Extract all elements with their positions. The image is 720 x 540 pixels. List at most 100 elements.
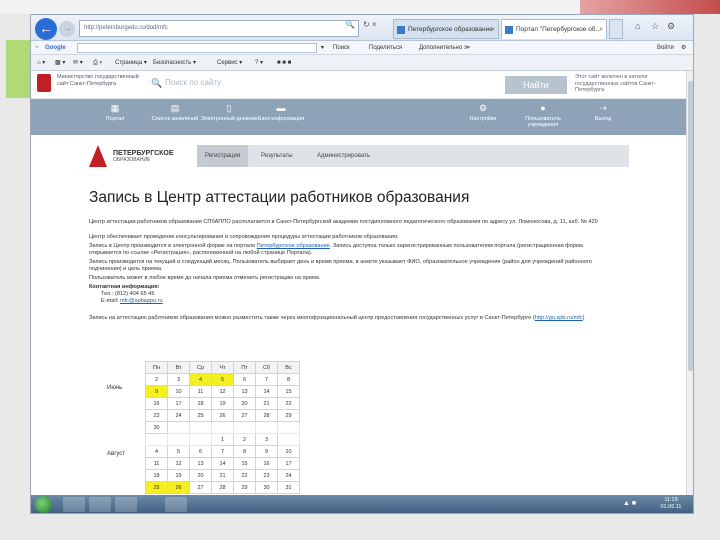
calendar-day[interactable]: 3 — [255, 433, 278, 446]
page-menu[interactable]: Страница ▾ — [115, 55, 147, 71]
calendar-day[interactable]: 20 — [189, 469, 212, 482]
calendar-day[interactable]: 9 — [255, 445, 278, 458]
dropdown-icon[interactable]: ▾ — [321, 41, 324, 55]
calendar-day[interactable]: 1 — [211, 433, 234, 446]
calendar-day[interactable]: 3 — [167, 373, 190, 386]
new-tab-button[interactable] — [609, 19, 623, 39]
calendar-day[interactable]: 25 — [145, 481, 168, 494]
tab-results[interactable]: Результаты — [253, 145, 301, 167]
taskbar-app-ie[interactable] — [63, 497, 85, 512]
safety-menu[interactable]: Безопасность ▾ — [153, 55, 196, 71]
calendar-day[interactable]: 17 — [167, 397, 190, 410]
calendar-day[interactable]: 30 — [255, 481, 278, 494]
nav-item-user[interactable]: ● Пользователь учреждения — [511, 103, 575, 128]
nav-item-settings[interactable]: ⚙ Настройки — [451, 103, 515, 122]
tab-portal[interactable]: Портал "Петербургское об... × — [501, 19, 607, 39]
nav-item-info-bank[interactable]: ▬ Банк информации — [249, 103, 313, 122]
calendar-day[interactable]: 4 — [189, 373, 212, 386]
addon-icon[interactable]: ■ ■ ■ — [277, 55, 291, 71]
calendar-day[interactable]: 27 — [189, 481, 212, 494]
mfc-link[interactable]: http://gu.spb.ru/mfc — [535, 315, 583, 321]
home-icon[interactable]: ⌂ — [635, 21, 640, 31]
more-button[interactable]: Дополнительно ≫ — [419, 41, 470, 55]
taskbar-app-explorer[interactable] — [89, 497, 111, 512]
calendar-day[interactable]: 5 — [211, 373, 234, 386]
calendar-day[interactable]: 16 — [145, 397, 168, 410]
nav-item-portal[interactable]: ▦ Портал — [83, 103, 147, 122]
calendar-day[interactable]: 7 — [211, 445, 234, 458]
nav-item-exit[interactable]: ⇢ Выход — [571, 103, 635, 122]
taskbar-app-office[interactable] — [165, 497, 187, 512]
tab-admin[interactable]: Администрировать — [309, 145, 378, 167]
calendar-day[interactable]: 23 — [145, 409, 168, 422]
calendar-day[interactable]: 22 — [277, 397, 300, 410]
calendar-day[interactable]: 8 — [277, 373, 300, 386]
tab-petersburg-education[interactable]: Петербургское образование × — [393, 19, 499, 39]
calendar-day[interactable]: 17 — [277, 457, 300, 470]
calendar-day[interactable]: 8 — [233, 445, 256, 458]
google-search-button[interactable]: Поиск — [333, 41, 350, 55]
calendar-day[interactable]: 10 — [277, 445, 300, 458]
calendar-day[interactable]: 24 — [277, 469, 300, 482]
calendar-day[interactable]: 26 — [211, 409, 234, 422]
calendar-day[interactable]: 18 — [145, 469, 168, 482]
url-field[interactable]: http://petersburgedu.ru/dod/mfc — [79, 20, 359, 37]
calendar-day[interactable]: 19 — [167, 469, 190, 482]
calendar-day[interactable]: 14 — [255, 385, 278, 398]
close-icon[interactable]: × — [599, 20, 603, 40]
tray-icons[interactable]: ▲ ■ — [623, 500, 636, 507]
home-icon[interactable]: ⌂ ▾ — [37, 55, 45, 71]
forward-button[interactable]: → — [59, 21, 75, 37]
calendar-day[interactable]: 26 — [167, 481, 190, 494]
share-button[interactable]: Поделиться — [369, 41, 402, 55]
calendar-day[interactable]: 24 — [167, 409, 190, 422]
calendar-day[interactable]: 21 — [255, 397, 278, 410]
email-link[interactable]: mfc@spbappo.ru — [120, 298, 163, 304]
google-search-input[interactable] — [77, 43, 317, 53]
calendar-day[interactable]: 25 — [189, 409, 212, 422]
calendar-day[interactable]: 4 — [145, 445, 168, 458]
calendar-day[interactable]: 28 — [255, 409, 278, 422]
portal-link[interactable]: Петербургское образование — [257, 243, 330, 249]
calendar-day[interactable]: 10 — [167, 385, 190, 398]
refresh-icon[interactable]: ↻ × — [363, 20, 377, 29]
calendar-day[interactable]: 13 — [233, 385, 256, 398]
scroll-thumb[interactable] — [688, 81, 693, 371]
calendar-day[interactable]: 31 — [277, 481, 300, 494]
start-button[interactable] — [35, 496, 52, 513]
calendar-day[interactable]: 28 — [211, 481, 234, 494]
search-icon[interactable]: 🔍 — [345, 20, 355, 29]
tab-registration[interactable]: Регистрация — [197, 145, 249, 167]
calendar-day[interactable]: 12 — [167, 457, 190, 470]
mail-icon[interactable]: ✉ ▾ — [73, 55, 83, 71]
star-icon[interactable]: ☆ — [651, 21, 659, 32]
calendar-day[interactable]: 15 — [277, 385, 300, 398]
close-icon[interactable]: × — [35, 41, 39, 55]
calendar-day[interactable]: 12 — [211, 385, 234, 398]
calendar-day[interactable]: 5 — [167, 445, 190, 458]
calendar-day[interactable]: 2 — [233, 433, 256, 446]
wrench-icon[interactable]: ⚙ — [681, 41, 686, 55]
calendar-day[interactable]: 22 — [233, 469, 256, 482]
find-button[interactable]: Найти — [505, 76, 567, 94]
calendar-day[interactable]: 19 — [211, 397, 234, 410]
calendar-day[interactable]: 6 — [189, 445, 212, 458]
calendar-day[interactable]: 21 — [211, 469, 234, 482]
calendar-day[interactable]: 2 — [145, 373, 168, 386]
calendar-day[interactable]: 6 — [233, 373, 256, 386]
login-button[interactable]: Войти — [657, 41, 674, 55]
calendar-day[interactable]: 20 — [233, 397, 256, 410]
calendar-day[interactable]: 29 — [277, 409, 300, 422]
calendar-day[interactable]: 13 — [189, 457, 212, 470]
calendar-day[interactable]: 14 — [211, 457, 234, 470]
site-search-input[interactable]: Поиск по сайту — [165, 78, 221, 87]
taskbar-app-media[interactable] — [115, 497, 137, 512]
feed-icon[interactable]: ▩ ▾ — [55, 55, 65, 71]
calendar-day[interactable]: 27 — [233, 409, 256, 422]
calendar-day[interactable]: 7 — [255, 373, 278, 386]
calendar-day[interactable]: 23 — [255, 469, 278, 482]
help-icon[interactable]: ? ▾ — [255, 55, 263, 71]
calendar-day[interactable]: 30 — [145, 421, 168, 434]
back-button[interactable]: ← — [35, 18, 57, 40]
calendar-day[interactable]: 11 — [145, 457, 168, 470]
